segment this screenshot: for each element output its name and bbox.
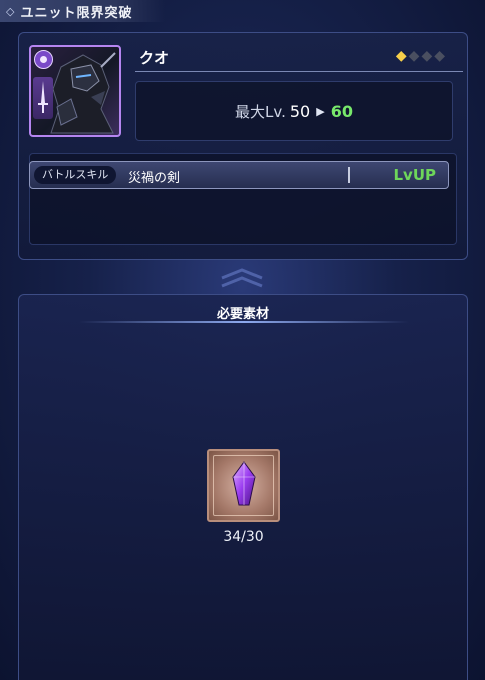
- skill-name: 災禍の剣: [128, 171, 181, 186]
- material-count: 34/30: [223, 529, 264, 545]
- header-bar: ◇ ユニット限界突破: [0, 0, 165, 22]
- star-empty-icon: ◆: [421, 48, 433, 64]
- max-level-label: 最大Lv.: [235, 102, 286, 121]
- double-chevron-up-icon: [221, 268, 263, 288]
- unit-portrait[interactable]: [29, 45, 121, 137]
- max-level-next: 60: [330, 101, 353, 121]
- material-item[interactable]: [207, 449, 280, 522]
- unit-name: クオ: [139, 49, 170, 67]
- star-filled-icon: ◆: [395, 48, 407, 64]
- skill-lvup-label: LvUP: [393, 166, 436, 184]
- skill-row[interactable]: バトルスキル 災禍の剣 LvUP: [29, 161, 449, 189]
- page-title: ユニット限界突破: [20, 5, 133, 21]
- purple-crystal-icon: [232, 461, 256, 506]
- star-empty-icon: ◆: [434, 48, 445, 64]
- max-level-current: 50: [289, 101, 311, 121]
- name-divider: [135, 71, 463, 72]
- title-underline: [79, 321, 409, 323]
- materials-panel: 必要素材 34/30: [18, 294, 468, 680]
- max-level-box: 最大Lv. 50 ▶ 60: [135, 81, 453, 141]
- rarity-stars: ◆ ◆ ◆ ◆: [396, 48, 445, 64]
- class-icon: [34, 50, 53, 69]
- skill-separator: [348, 167, 350, 183]
- arrow-right-icon: ▶: [316, 104, 325, 118]
- weapon-sword-icon: [33, 77, 53, 119]
- star-empty-icon: ◆: [408, 48, 420, 64]
- skill-type-tag: バトルスキル: [34, 166, 117, 184]
- materials-title: 必要素材: [216, 307, 269, 322]
- unit-panel: クオ ◆ ◆ ◆ ◆ 最大Lv. 50 ▶ 60 バトルスキル 災禍の剣 LvU…: [18, 32, 468, 260]
- diamond-icon: ◇: [6, 4, 15, 18]
